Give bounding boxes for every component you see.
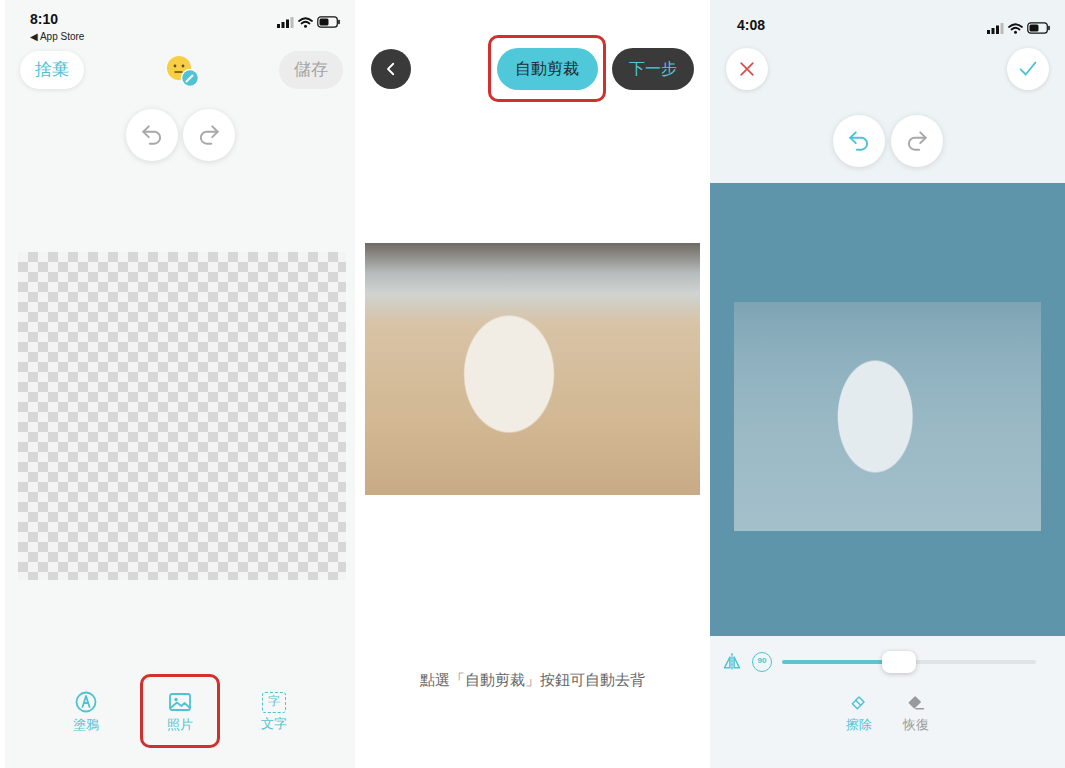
restore-tool-button[interactable]: 恢復 [888, 692, 945, 732]
status-left: 8:10 ◀ App Store [30, 11, 84, 43]
status-bar: 4:08 [710, 0, 1065, 46]
history-controls [710, 115, 1065, 167]
auto-crop-highlight: 自動剪裁 [488, 35, 606, 102]
wifi-icon [1008, 23, 1023, 34]
status-bar: 8:10 ◀ App Store [5, 0, 355, 46]
undo-icon [139, 122, 165, 148]
top-bar: 捨棄 儲存 [5, 50, 355, 90]
signal-icon [277, 17, 294, 28]
rotate-90-icon[interactable]: 90 [752, 652, 772, 672]
auto-crop-button[interactable]: 自動剪裁 [497, 48, 598, 90]
slider-thumb[interactable] [882, 651, 916, 673]
tool-label: 文字 [261, 716, 287, 731]
cancel-button[interactable] [726, 48, 768, 90]
battery-icon [1027, 22, 1051, 34]
erase-tool-button[interactable]: 擦除 [831, 692, 888, 732]
undo-button[interactable] [833, 115, 885, 167]
close-icon [737, 59, 757, 79]
photo-tool-button[interactable]: 照片 [140, 674, 220, 748]
toolbar-item: 照片 [133, 674, 227, 748]
restore-icon [906, 692, 926, 712]
erase-icon [849, 692, 869, 712]
back-button[interactable] [371, 49, 411, 89]
text-tool-icon: 字 [262, 692, 286, 713]
redo-button[interactable] [183, 109, 235, 161]
tool-label: 照片 [167, 717, 193, 732]
edit-canvas[interactable] [710, 183, 1065, 636]
signal-icon [987, 23, 1004, 34]
tool-label: 塗鴉 [73, 717, 99, 732]
redo-icon [196, 122, 222, 148]
tool-label: 恢復 [903, 717, 929, 732]
save-button[interactable]: 儲存 [279, 51, 343, 89]
draw-tool-icon [74, 690, 98, 714]
sticker-emoji-icon [162, 51, 202, 89]
tool-label: 擦除 [846, 717, 872, 732]
check-icon [1017, 58, 1039, 80]
brush-size-row: 90 [710, 650, 1065, 674]
hint-text: 點選「自動剪裁」按鈕可自動去背 [355, 670, 710, 690]
status-time: 8:10 [30, 11, 84, 28]
toolbar-item: 塗鴉 [39, 674, 133, 748]
battery-icon [317, 16, 341, 28]
chevron-left-icon [382, 60, 400, 78]
status-icons [277, 16, 341, 28]
crop-screen: 自動剪裁下一步點選「自動剪裁」按鈕可自動去背 [355, 0, 710, 768]
brush-size-slider[interactable] [782, 660, 1036, 664]
confirm-button[interactable] [1007, 48, 1049, 90]
redo-icon [904, 128, 930, 154]
redo-button[interactable] [891, 115, 943, 167]
history-controls [5, 108, 355, 162]
status-right [987, 17, 1051, 34]
flip-icon[interactable] [722, 652, 742, 672]
next-button[interactable]: 下一步 [612, 48, 694, 90]
toolbar-item: 字文字 [227, 674, 321, 748]
status-time: 4:08 [737, 17, 765, 34]
undo-icon [846, 128, 872, 154]
draw-tool-button[interactable]: 塗鴉 [46, 674, 126, 748]
text-tool-button[interactable]: 字文字 [234, 674, 314, 748]
eraser-top-bar [710, 48, 1065, 90]
puppy-photo [734, 302, 1041, 531]
puppy-photo [365, 243, 700, 495]
eraser-screen: 4:08 90 擦除 恢復 [710, 0, 1065, 768]
bottom-toolbar: 塗鴉 照片 字文字 [5, 674, 355, 748]
photo-tool-icon [168, 690, 192, 714]
eraser-tools: 擦除 恢復 [710, 692, 1065, 732]
status-icons [987, 22, 1051, 34]
editor-screen: 8:10 ◀ App Store 捨棄 儲存塗鴉 照片 字文字 [5, 0, 355, 768]
save-label: 儲存 [294, 57, 328, 83]
transparent-canvas[interactable] [18, 252, 346, 580]
app-store-back-link[interactable]: ◀ App Store [30, 31, 84, 43]
undo-button[interactable] [126, 109, 178, 161]
eraser-bottom-panel: 90 擦除 恢復 [710, 636, 1065, 768]
wifi-icon [298, 17, 313, 28]
discard-button[interactable]: 捨棄 [20, 51, 84, 89]
crop-top-bar: 自動剪裁下一步 [355, 35, 710, 102]
